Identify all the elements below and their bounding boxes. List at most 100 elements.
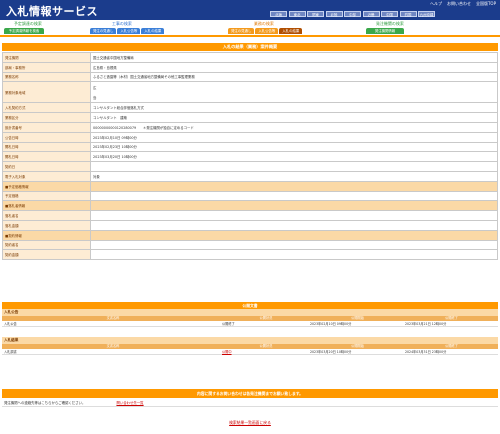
notice-group-label: 入札公告 xyxy=(2,309,498,316)
region-tab-tohoku[interactable]: 東北 xyxy=(288,11,306,17)
doc-end: 2023年03月21日 12時00分 xyxy=(405,322,447,326)
detail-value: 2023年03月20日 10時00分 xyxy=(90,151,498,163)
header-bar: 入札情報サービス ヘルプ お問い合わせ 全国版TOP 北海 東北 関東 北陸 中… xyxy=(0,0,500,20)
detail-label: 公告日時 xyxy=(2,131,91,143)
detail-value-line: 広 xyxy=(93,85,97,90)
nav-group-services: 業務の検索 xyxy=(254,21,274,26)
detail-row: 契約者名 xyxy=(2,239,498,251)
detail-row: 部局・事務所 広島県・島根県 xyxy=(2,61,498,73)
detail-value xyxy=(90,239,498,251)
detail-label: 電子入札対象 xyxy=(2,170,91,182)
contact-link[interactable]: お問い合わせ xyxy=(447,1,471,7)
detail-label: ■予定価格情報 xyxy=(2,180,91,192)
detail-row: 電子入札対象 対象 xyxy=(2,170,498,182)
region-tab-kanto[interactable]: 関東 xyxy=(307,11,324,17)
search-nav: 予定調達の検索 予定調達情報を検索 工事の検索 発注の見通し 入札公告等 入札の… xyxy=(0,20,500,42)
region-tab-kyushu[interactable]: 九州沖縄 xyxy=(418,11,435,17)
detail-value xyxy=(90,161,498,172)
detail-label: 業務対象地域 xyxy=(2,81,91,104)
doc-status: 公開終了 xyxy=(222,322,235,326)
detail-label: 業務名称 xyxy=(2,71,91,83)
detail-row: ■契約情報 xyxy=(2,229,498,241)
detail-label: 業務区分 xyxy=(2,112,91,123)
page-title: 入札の結果（業務）案件概要 xyxy=(2,43,498,51)
detail-label: 開札日時 xyxy=(2,151,91,163)
detail-value: 広島 xyxy=(90,81,498,104)
detail-label: 設計書番号 xyxy=(2,121,91,133)
detail-row: 業務名称 ふるさと造園等（木材）国土交通省地方整備局その他工事監理業務 xyxy=(2,71,498,83)
detail-row: ■落札者情報 xyxy=(2,200,498,212)
detail-value: 広島県・島根県 xyxy=(90,61,498,73)
detail-row: 契約日 xyxy=(2,161,498,172)
detail-row: 落札金額 xyxy=(2,219,498,231)
tab-construction-notices[interactable]: 入札公告等 xyxy=(117,28,141,34)
detail-row: ■予定価格情報 xyxy=(2,180,498,192)
detail-label: 予定価格 xyxy=(2,190,91,202)
contact-info: 発注機関への連絡先等はこちらからご確認ください。 問い合わせ先一覧 xyxy=(2,399,498,407)
published-documents: 公開文書 入札公告 文書名称 公開状況 公開開始 公開終了 入札公告 公開終了 … xyxy=(2,302,498,327)
region-tab-chubu[interactable]: 中部 xyxy=(344,11,361,17)
result-group-label: 入札結果 xyxy=(2,337,498,344)
doc-status-link[interactable]: 公開中 xyxy=(222,349,310,354)
detail-label: ■落札者情報 xyxy=(2,200,91,212)
detail-value: 2023年02月10日 09時00分 xyxy=(90,131,498,143)
detail-value: 国土交通省中国地方整備局 xyxy=(90,52,498,63)
back-to-results-link[interactable]: 検索結果一覧画面に戻る xyxy=(229,420,271,425)
detail-label: 発注機関 xyxy=(2,52,91,63)
doc-start: 2023年02月10日 09時00分 xyxy=(310,322,352,326)
detail-row: 業務対象地域広島 xyxy=(2,81,498,104)
table-row: 入札調書 公開中 2023年03月20日 10時00分 2024年03月31日 … xyxy=(2,349,498,355)
detail-value: 00000000000120280079 ＊発注機関が独自に定めるコード xyxy=(90,121,498,133)
nav-group-planned: 予定調達の検索 xyxy=(14,21,42,26)
tab-construction-results[interactable]: 入札の結果 xyxy=(141,28,165,34)
detail-row: 開札日時 2023年03月20日 10時00分 xyxy=(2,151,498,163)
tab-construction-outlook[interactable]: 発注の見通し xyxy=(90,28,117,34)
detail-value xyxy=(90,249,498,261)
region-tab-shikoku[interactable]: 四国 xyxy=(399,11,417,17)
detail-label: 契約日 xyxy=(2,161,91,172)
detail-label: 部局・事務所 xyxy=(2,61,91,73)
table-row: 入札公告 公開終了 2023年02月10日 09時00分 2023年03月21日… xyxy=(2,321,498,327)
doc-name: 入札調書 xyxy=(4,350,17,354)
detail-value xyxy=(90,219,498,231)
detail-label: 契約者名 xyxy=(2,239,91,251)
detail-label: 開札日時 xyxy=(2,141,91,153)
detail-row: 予定価格 xyxy=(2,190,498,202)
doc-end: 2024年03月31日 23時00分 xyxy=(405,350,447,354)
tab-planned-search[interactable]: 予定調達情報を検索 xyxy=(4,28,44,34)
national-top-link[interactable]: 全国版TOP xyxy=(476,1,496,7)
region-tab-chugoku[interactable]: 中国 xyxy=(381,11,398,17)
tab-agency-info[interactable]: 発注機関情報 xyxy=(366,28,404,34)
tab-services-notices[interactable]: 入札公告等 xyxy=(255,28,279,34)
detail-value xyxy=(90,190,498,202)
nav-group-agencies: 発注機関の検索 xyxy=(376,21,404,26)
back-to-results: 検索結果一覧画面に戻る xyxy=(0,420,500,426)
detail-row: 公告日時 2023年02月10日 09時00分 xyxy=(2,131,498,143)
doc-name: 入札公告 xyxy=(4,322,17,326)
detail-row: 発注機関 国土交通省中国地方整備局 xyxy=(2,52,498,63)
detail-value xyxy=(90,180,498,192)
detail-row: 落札者名 xyxy=(2,210,498,221)
detail-value xyxy=(90,200,498,212)
detail-label: 落札金額 xyxy=(2,219,91,231)
detail-label: 落札者名 xyxy=(2,210,91,221)
detail-label: 入札契約方式 xyxy=(2,102,91,114)
published-documents-title: 公開文書 xyxy=(2,302,498,309)
detail-value xyxy=(90,229,498,241)
detail-value: コンサルタント 建築 xyxy=(90,112,498,123)
contact-list-link[interactable]: 問い合わせ先一覧 xyxy=(116,401,143,405)
help-link[interactable]: ヘルプ xyxy=(430,1,442,7)
detail-label: 契約金額 xyxy=(2,249,91,261)
detail-value xyxy=(90,210,498,221)
project-details-table: 発注機関 国土交通省中国地方整備局 部局・事務所 広島県・島根県 業務名称 ふるさと造園等… xyxy=(2,52,498,261)
nav-group-construction: 工事の検索 xyxy=(112,21,132,26)
tab-services-outlook[interactable]: 発注の見通し xyxy=(228,28,255,34)
detail-value: コンサルタント総合評価落札方式 xyxy=(90,102,498,114)
detail-row: 設計書番号 00000000000120280079 ＊発注機関が独自に定めるコー… xyxy=(2,121,498,133)
tab-services-results[interactable]: 入札の結果 xyxy=(279,28,303,34)
region-tab-kinki[interactable]: 近畿 xyxy=(362,11,380,17)
region-tab-hokuriku[interactable]: 北陸 xyxy=(325,11,343,17)
region-tab-hokkaido[interactable]: 北海 xyxy=(270,11,287,17)
nav-divider xyxy=(0,35,500,37)
result-documents: 入札結果 文書名称 公開状況 公開開始 公開終了 入札調書 公開中 2023年0… xyxy=(2,337,498,355)
